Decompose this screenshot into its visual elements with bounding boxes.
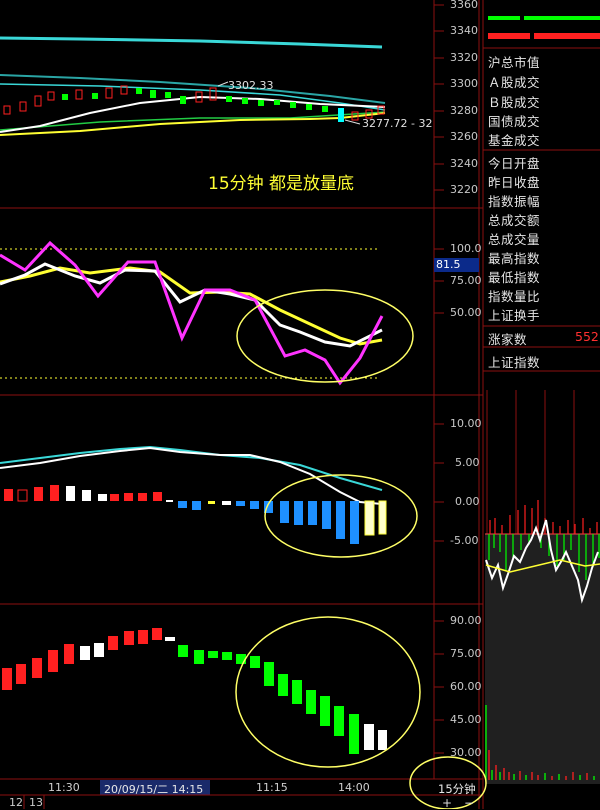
price-tick: 3300 xyxy=(450,77,478,90)
info-item[interactable]: 昨日收盘 xyxy=(488,172,540,191)
rsi-tick: 30.00 xyxy=(450,746,482,759)
kd-k-line xyxy=(0,262,383,348)
kd-j-line xyxy=(0,240,384,386)
price-tick: 3220 xyxy=(450,183,478,196)
price-tick: 3360 xyxy=(450,0,478,11)
period-15min-button[interactable]: 15分钟 xyxy=(438,781,476,797)
rsi-tick: 90.00 xyxy=(450,614,482,627)
index-label[interactable]: 上证指数 xyxy=(488,352,540,371)
info-item[interactable]: Ｂ股成交 xyxy=(488,92,540,111)
rise-count-value: 552 xyxy=(575,329,599,344)
time-label: 11:15 xyxy=(256,781,288,794)
price-tick: 3280 xyxy=(450,104,478,117)
time-label: 14:00 xyxy=(338,781,370,794)
macd-tick: 0.00 xyxy=(455,495,480,508)
kd-tick: 50.00 xyxy=(450,306,482,319)
macd-tick: -5.00 xyxy=(450,534,479,547)
rise-count-label: 涨家数 xyxy=(488,332,528,347)
page-num[interactable]: 13 xyxy=(29,796,43,809)
info-item[interactable]: 上证换手 xyxy=(488,305,540,324)
time-cursor-label: 20/09/15/二 14:15 xyxy=(104,783,204,796)
info-item[interactable]: 指数振幅 xyxy=(488,191,540,210)
macd-tick: 5.00 xyxy=(455,456,480,469)
rsi-tick: 75.00 xyxy=(450,647,482,660)
mini-intraday-chart xyxy=(485,390,600,784)
page-num[interactable]: 12 xyxy=(9,796,23,809)
info-item[interactable]: 总成交额 xyxy=(488,210,540,229)
info-item[interactable]: 基金成交 xyxy=(488,130,540,149)
macd-tick: 10.00 xyxy=(450,417,482,430)
zoom-in-button[interactable]: + xyxy=(442,796,452,810)
info-header: 沪总市值 xyxy=(488,55,541,70)
price-tick: 3260 xyxy=(450,130,478,143)
high-price-label: 3302.33 xyxy=(228,79,274,92)
rsi-bars xyxy=(2,628,387,754)
info-item[interactable]: 今日开盘 xyxy=(488,153,540,172)
kd-tick: 100.0 xyxy=(450,242,482,255)
annotation-text: 15分钟 都是放量底 xyxy=(208,174,355,194)
low-price-label: 3277.72 - 32 xyxy=(362,117,433,130)
kd-tick: 75.00 xyxy=(450,274,482,287)
info-item[interactable]: 最高指数 xyxy=(488,248,540,267)
macd-histogram xyxy=(4,485,387,544)
info-item[interactable]: 指数量比 xyxy=(488,286,540,305)
info-item[interactable]: 最低指数 xyxy=(488,267,540,286)
kd-value-badge: 81.5 xyxy=(434,258,479,272)
price-tick: 3340 xyxy=(450,24,478,37)
ma-long-line xyxy=(0,36,383,49)
price-tick: 3240 xyxy=(450,157,478,170)
zoom-out-button[interactable]: − xyxy=(464,796,474,810)
info-item[interactable]: 国债成交 xyxy=(488,111,540,130)
time-label: 11:30 xyxy=(48,781,80,794)
price-tick: 3320 xyxy=(450,51,478,64)
kd-d-line xyxy=(0,266,383,346)
ma-white-line xyxy=(0,95,386,133)
kd-highlight-ellipse xyxy=(236,289,414,383)
rsi-tick: 60.00 xyxy=(450,680,482,693)
info-item[interactable]: 总成交量 xyxy=(488,229,540,248)
rsi-highlight-ellipse xyxy=(235,616,421,768)
info-item[interactable]: Ａ股成交 xyxy=(488,72,540,91)
rsi-tick: 45.00 xyxy=(450,713,482,726)
